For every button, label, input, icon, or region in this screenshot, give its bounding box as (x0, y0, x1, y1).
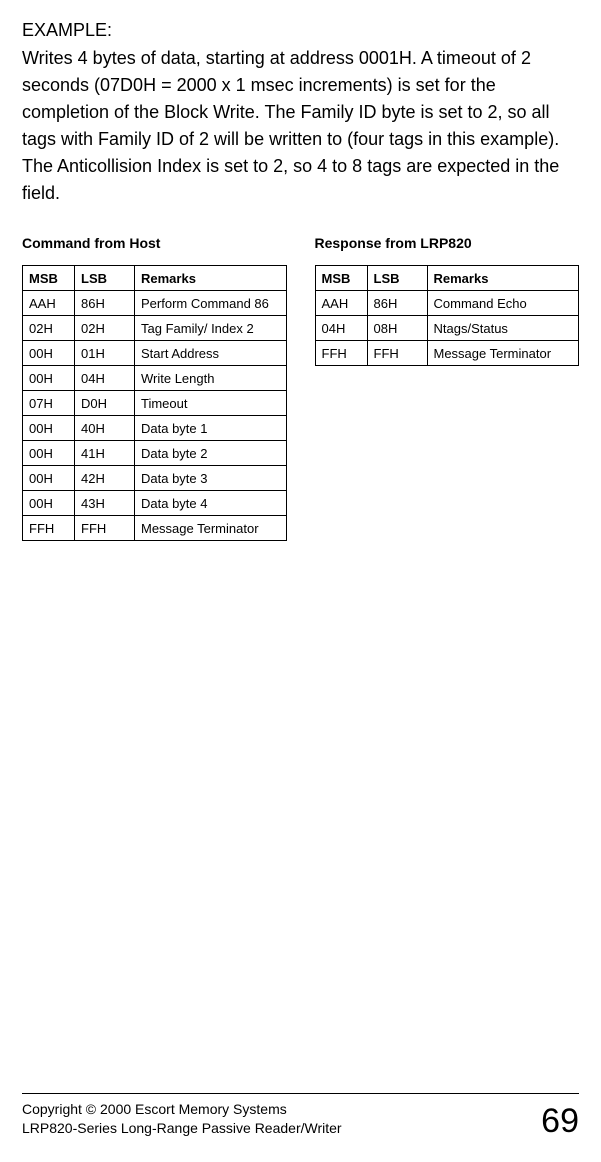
table-row: 07HD0HTimeout (23, 391, 287, 416)
page-number: 69 (541, 1104, 579, 1138)
cell-lsb: 04H (75, 366, 135, 391)
cell-lsb: 02H (75, 316, 135, 341)
cell-remarks: Perform Command 86 (135, 291, 287, 316)
response-from-lrp820-block: Response from LRP820 MSB LSB Remarks AAH… (315, 235, 580, 366)
cell-remarks: Command Echo (427, 291, 579, 316)
cell-remarks: Write Length (135, 366, 287, 391)
header-lsb: LSB (367, 266, 427, 291)
cell-lsb: 08H (367, 316, 427, 341)
cell-lsb: 40H (75, 416, 135, 441)
cell-msb: FFH (23, 516, 75, 541)
table-header-row: MSB LSB Remarks (23, 266, 287, 291)
footer-copyright: Copyright © 2000 Escort Memory Systems (22, 1100, 342, 1119)
table-row: 00H43HData byte 4 (23, 491, 287, 516)
cell-msb: 00H (23, 441, 75, 466)
page-footer: Copyright © 2000 Escort Memory Systems L… (22, 1093, 579, 1138)
cell-lsb: 43H (75, 491, 135, 516)
table-row: 04H08HNtags/Status (315, 316, 579, 341)
table-row: FFHFFHMessage Terminator (315, 341, 579, 366)
cell-msb: 00H (23, 466, 75, 491)
cell-remarks: Data byte 3 (135, 466, 287, 491)
table-row: 00H41HData byte 2 (23, 441, 287, 466)
cell-lsb: 42H (75, 466, 135, 491)
right-table-title: Response from LRP820 (315, 235, 580, 251)
response-from-lrp820-table: MSB LSB Remarks AAH86HCommand Echo 04H08… (315, 265, 580, 366)
example-label: EXAMPLE: (22, 18, 579, 43)
command-from-host-table: MSB LSB Remarks AAH86HPerform Command 86… (22, 265, 287, 541)
cell-msb: AAH (23, 291, 75, 316)
cell-lsb: 86H (75, 291, 135, 316)
cell-lsb: 01H (75, 341, 135, 366)
cell-msb: 00H (23, 341, 75, 366)
cell-lsb: D0H (75, 391, 135, 416)
cell-msb: 00H (23, 416, 75, 441)
cell-remarks: Timeout (135, 391, 287, 416)
cell-remarks: Start Address (135, 341, 287, 366)
cell-remarks: Ntags/Status (427, 316, 579, 341)
cell-lsb: FFH (367, 341, 427, 366)
table-row: 00H01HStart Address (23, 341, 287, 366)
example-body: Writes 4 bytes of data, starting at addr… (22, 45, 579, 207)
table-header-row: MSB LSB Remarks (315, 266, 579, 291)
cell-remarks: Message Terminator (427, 341, 579, 366)
table-row: 02H02HTag Family/ Index 2 (23, 316, 287, 341)
cell-remarks: Tag Family/ Index 2 (135, 316, 287, 341)
cell-msb: 07H (23, 391, 75, 416)
cell-remarks: Message Terminator (135, 516, 287, 541)
header-msb: MSB (23, 266, 75, 291)
cell-msb: FFH (315, 341, 367, 366)
cell-lsb: 86H (367, 291, 427, 316)
footer-subtitle: LRP820-Series Long-Range Passive Reader/… (22, 1119, 342, 1138)
table-row: AAH86HPerform Command 86 (23, 291, 287, 316)
table-row: 00H40HData byte 1 (23, 416, 287, 441)
command-from-host-block: Command from Host MSB LSB Remarks AAH86H… (22, 235, 287, 541)
cell-lsb: FFH (75, 516, 135, 541)
cell-msb: 00H (23, 366, 75, 391)
cell-msb: 02H (23, 316, 75, 341)
table-row: FFHFFHMessage Terminator (23, 516, 287, 541)
cell-remarks: Data byte 4 (135, 491, 287, 516)
header-msb: MSB (315, 266, 367, 291)
table-row: AAH86HCommand Echo (315, 291, 579, 316)
header-remarks: Remarks (427, 266, 579, 291)
cell-msb: 04H (315, 316, 367, 341)
table-row: 00H04HWrite Length (23, 366, 287, 391)
header-lsb: LSB (75, 266, 135, 291)
left-table-title: Command from Host (22, 235, 287, 251)
table-row: 00H42HData byte 3 (23, 466, 287, 491)
footer-left: Copyright © 2000 Escort Memory Systems L… (22, 1100, 342, 1138)
cell-remarks: Data byte 2 (135, 441, 287, 466)
tables-wrap: Command from Host MSB LSB Remarks AAH86H… (22, 235, 579, 541)
cell-msb: 00H (23, 491, 75, 516)
header-remarks: Remarks (135, 266, 287, 291)
cell-lsb: 41H (75, 441, 135, 466)
cell-msb: AAH (315, 291, 367, 316)
cell-remarks: Data byte 1 (135, 416, 287, 441)
